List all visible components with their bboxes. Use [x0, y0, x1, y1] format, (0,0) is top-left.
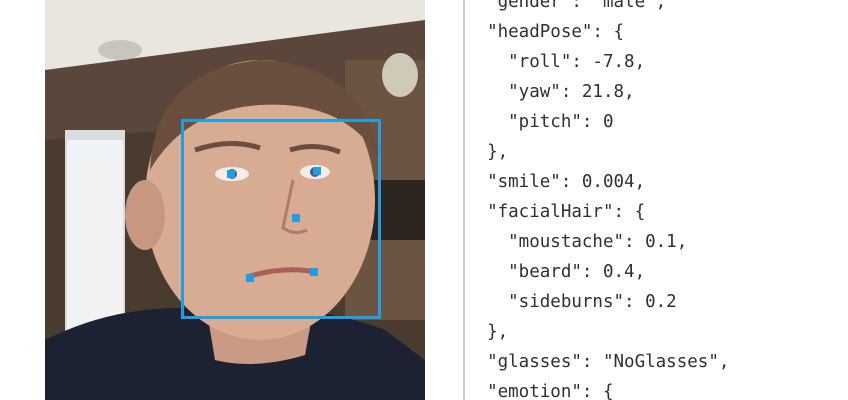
face-photo — [45, 0, 425, 400]
json-line: "pitch": 0 — [466, 112, 614, 132]
json-line: }, — [466, 142, 509, 162]
panel-divider — [463, 0, 465, 400]
json-line: "moustache": 0.1, — [466, 232, 688, 252]
json-line: "smile": 0.004, — [466, 172, 646, 192]
json-line: "emotion": { — [466, 382, 614, 400]
json-response-panel: "gender": "male", "headPose": { "roll": … — [466, 0, 848, 400]
nose-tip-landmark — [292, 214, 300, 222]
pupil-left-landmark — [227, 170, 235, 178]
json-line: "sideburns": 0.2 — [466, 292, 677, 312]
json-line: "beard": 0.4, — [466, 262, 646, 282]
json-line: "facialHair": { — [466, 202, 646, 222]
json-line: "roll": -7.8, — [466, 52, 646, 72]
json-line: "gender": "male", — [466, 0, 667, 12]
json-line: }, — [466, 322, 509, 342]
pupil-right-landmark — [313, 167, 321, 175]
mouth-left-landmark — [246, 274, 254, 282]
mouth-right-landmark — [310, 268, 318, 276]
json-line: "yaw": 21.8, — [466, 82, 635, 102]
json-line: "glasses": "NoGlasses", — [466, 352, 730, 372]
face-detection-box — [181, 119, 381, 319]
face-api-demo: "gender": "male", "headPose": { "roll": … — [0, 0, 848, 400]
json-line: "headPose": { — [466, 22, 625, 42]
